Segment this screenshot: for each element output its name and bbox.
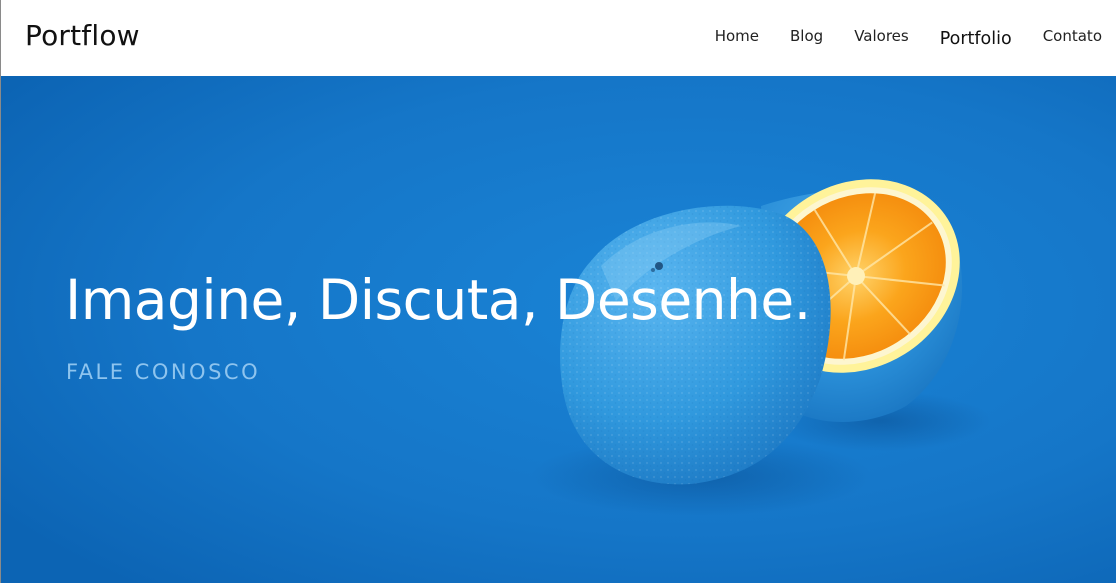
nav-item-home[interactable]: Home [715,27,759,45]
nav-item-valores[interactable]: Valores [854,27,909,45]
site-header: Portflow Home Blog Valores Portfolio Con… [1,0,1116,76]
contact-us-link[interactable]: FALE CONOSCO [66,360,260,384]
page: Portflow Home Blog Valores Portfolio Con… [0,0,1116,583]
nav-item-blog[interactable]: Blog [790,27,823,45]
hero-section: Imagine, Discuta, Desenhe. FALE CONOSCO [1,76,1116,583]
nav-item-contato[interactable]: Contato [1043,27,1102,45]
hero-title: Imagine, Discuta, Desenhe. [65,268,811,332]
main-nav: Home Blog Valores Portfolio Contato [684,26,1102,49]
site-logo[interactable]: Portflow [25,19,140,52]
nav-item-portfolio[interactable]: Portfolio [940,29,1012,49]
